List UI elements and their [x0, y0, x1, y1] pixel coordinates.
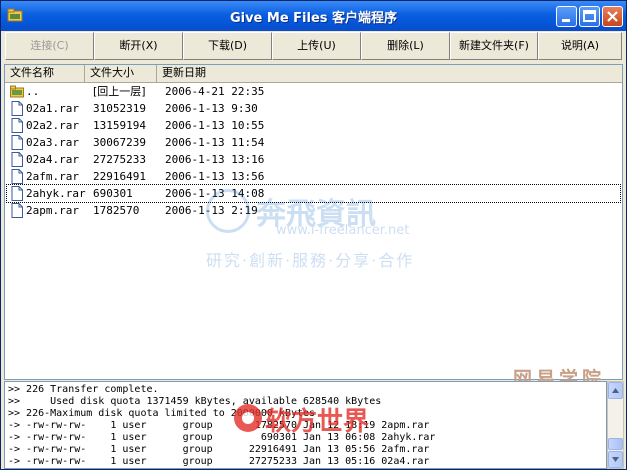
file-icon [11, 152, 23, 167]
file-row[interactable]: .. [回上一层] 2006-4-21 22:35 [7, 83, 620, 100]
folder-icon [10, 85, 24, 98]
title-bar[interactable]: Give Me Files 客户端程序 [1, 1, 626, 31]
log-line: -> -rw-rw-rw- 1 user group 22916491 Jan … [8, 444, 430, 455]
log-line: -> -rw-rw-rw- 1 user group 27275233 Jan … [8, 456, 430, 467]
file-list[interactable]: 文件名称 文件大小 更新日期 .. [回上一层] 2006-4-21 22:35… [4, 64, 623, 380]
window-title: Give Me Files 客户端程序 [229, 11, 398, 26]
column-header-size[interactable]: 文件大小 [85, 65, 157, 82]
log-line: >> 226-Maximum disk quota limited to 200… [8, 408, 316, 419]
file-size: [回上一层] [93, 85, 146, 98]
file-row[interactable]: 02a3.rar 30067239 2006-1-13 11:54 [7, 134, 620, 151]
file-date: 2006-1-13 13:16 [165, 153, 265, 166]
file-size: 1782570 [93, 204, 140, 217]
log-line: >> Used disk quota 1371459 kBytes, avail… [8, 396, 382, 407]
connect-button[interactable]: 连接(C) [5, 32, 94, 60]
arrow-up-icon [612, 388, 619, 393]
file-size: 31052319 [93, 102, 146, 115]
file-date: 2006-1-13 13:56 [165, 170, 265, 183]
log-line: -> -rw-rw-rw- 1 user group 690301 Jan 13… [8, 432, 436, 443]
scroll-thumb[interactable] [608, 438, 623, 450]
file-size: 22916491 [93, 170, 146, 183]
file-name: 02a2.rar [26, 119, 79, 132]
file-size: 690301 [93, 187, 133, 200]
close-icon [607, 11, 618, 22]
file-date: 2006-1-13 9:30 [165, 102, 258, 115]
file-row[interactable]: 02a4.rar 27275233 2006-1-13 13:16 [7, 151, 620, 168]
disconnect-button[interactable]: 断开(X) [94, 32, 183, 60]
close-button[interactable] [602, 6, 623, 27]
file-date: 2006-4-21 22:35 [165, 85, 265, 98]
file-icon [11, 118, 23, 133]
upload-button[interactable]: 上传(U) [272, 32, 361, 60]
column-header-date[interactable]: 更新日期 [157, 65, 622, 82]
scroll-down-button[interactable] [608, 451, 623, 468]
file-list-header: 文件名称 文件大小 更新日期 [5, 65, 622, 83]
file-name: 2afm.rar [26, 170, 79, 183]
file-date: 2006-1-13 11:54 [165, 136, 265, 149]
file-name: 02a3.rar [26, 136, 79, 149]
log-panel[interactable]: >> 226 Transfer complete. >> Used disk q… [4, 381, 607, 469]
file-name: 2ahyk.rar [26, 187, 86, 200]
maximize-icon [583, 10, 596, 22]
file-name: 02a4.rar [26, 153, 79, 166]
minimize-button[interactable] [556, 6, 577, 27]
maximize-button[interactable] [579, 6, 600, 27]
file-date: 2006-1-13 10:55 [165, 119, 265, 132]
new-folder-button[interactable]: 新建文件夹(F) [450, 32, 538, 60]
delete-button[interactable]: 删除(L) [361, 32, 450, 60]
file-date: 2006-1-13 14:08 [165, 187, 265, 200]
log-line: -> -rw-rw-rw- 1 user group 1782570 Jan 1… [8, 420, 430, 431]
file-name: 2apm.rar [26, 204, 79, 217]
file-size: 27275233 [93, 153, 146, 166]
help-button[interactable]: 说明(A) [538, 32, 622, 60]
minimize-icon [562, 19, 570, 22]
file-name: .. [26, 85, 40, 98]
toolbar: 连接(C) 断开(X) 下载(D) 上传(U) 删除(L) 新建文件夹(F) 说… [3, 31, 624, 61]
file-row[interactable]: 2afm.rar 22916491 2006-1-13 13:56 [7, 168, 620, 185]
file-row[interactable]: 2apm.rar 1782570 2006-1-13 2:19 [7, 202, 620, 219]
arrow-down-icon [612, 457, 619, 462]
file-icon [11, 135, 23, 150]
file-size: 13159194 [93, 119, 146, 132]
column-header-name[interactable]: 文件名称 [5, 65, 85, 82]
file-row-selected[interactable]: 2ahyk.rar 690301 2006-1-13 14:08 [6, 184, 621, 203]
file-size: 30067239 [93, 136, 146, 149]
file-icon [11, 203, 23, 218]
app-window: Give Me Files 客户端程序 连接(C) 断开(X) 下载(D) 上传… [0, 0, 627, 470]
file-icon [11, 169, 23, 184]
log-line: >> 226 Transfer complete. [8, 384, 159, 395]
file-row[interactable]: 02a2.rar 13159194 2006-1-13 10:55 [7, 117, 620, 134]
file-icon [11, 186, 23, 201]
file-icon [11, 101, 23, 116]
file-name: 02a1.rar [26, 102, 79, 115]
file-row[interactable]: 02a1.rar 31052319 2006-1-13 9:30 [7, 100, 620, 117]
download-button[interactable]: 下载(D) [183, 32, 272, 60]
log-scrollbar[interactable] [607, 381, 624, 469]
scroll-up-button[interactable] [608, 382, 623, 399]
file-date: 2006-1-13 2:19 [165, 204, 258, 217]
